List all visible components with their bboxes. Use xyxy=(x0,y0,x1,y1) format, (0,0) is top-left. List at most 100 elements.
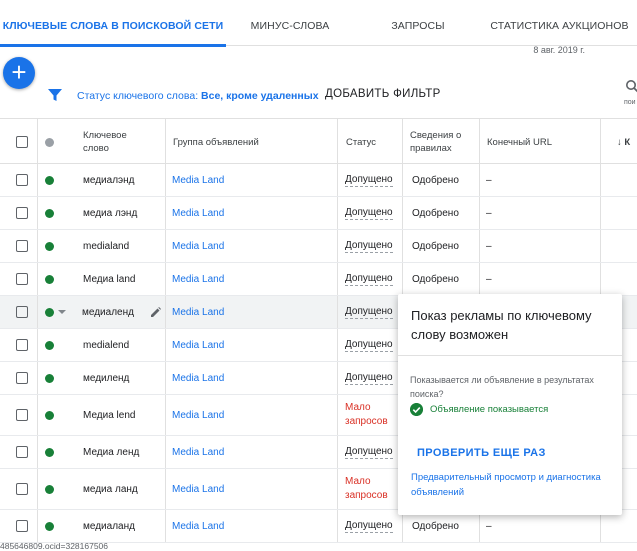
ad-group-link[interactable]: Media Land xyxy=(166,410,224,421)
add-filter-button[interactable]: ДОБАВИТЬ ФИЛЬТР xyxy=(325,88,441,100)
status-dot xyxy=(45,241,54,251)
row-checkbox[interactable] xyxy=(16,240,28,252)
header-rules-label: Сведения о правилах xyxy=(410,130,462,154)
row-select-cell xyxy=(0,329,38,361)
ad-group-link[interactable]: Media Land xyxy=(166,340,224,351)
ad-group-link[interactable]: Media Land xyxy=(166,307,224,318)
keyword-cell: medialand xyxy=(38,230,166,262)
status-dropdown-icon[interactable] xyxy=(57,309,67,315)
select-all-checkbox[interactable] xyxy=(16,136,28,148)
row-checkbox[interactable] xyxy=(16,446,28,458)
keyword-text: Медиа ленд xyxy=(83,446,140,458)
add-button[interactable]: + xyxy=(3,57,35,89)
ad-group-link[interactable]: Media Land xyxy=(166,373,224,384)
ad-group-cell: Media Land xyxy=(166,164,338,196)
row-select-cell xyxy=(0,362,38,394)
keyword-cell: медиаланд xyxy=(38,510,166,542)
row-checkbox[interactable] xyxy=(16,273,28,285)
header-sorted-column[interactable]: ↓ К xyxy=(601,119,637,164)
ad-group-link[interactable]: Media Land xyxy=(166,175,224,186)
row-checkbox[interactable] xyxy=(16,520,28,532)
status-text[interactable]: Допущено xyxy=(345,207,393,220)
rules-cell: Одобрено xyxy=(403,230,480,262)
filter-chip[interactable]: Статус ключевого слова: Все, кроме удале… xyxy=(77,90,319,102)
status-dot xyxy=(45,484,54,494)
row-checkbox[interactable] xyxy=(16,306,28,318)
rules-text: Одобрено xyxy=(412,207,459,219)
keyword-cell: Медиа lend xyxy=(38,395,166,435)
header-rules[interactable]: Сведения о правилах xyxy=(403,119,480,164)
header-ad-group-label: Группа объявлений xyxy=(173,137,259,148)
ad-group-link[interactable]: Media Land xyxy=(166,447,224,458)
status-text[interactable]: Допущено xyxy=(345,520,393,533)
rules-cell: Одобрено xyxy=(403,164,480,196)
keyword-cell: медиа ланд xyxy=(38,469,166,509)
row-checkbox[interactable] xyxy=(16,483,28,495)
header-final-url[interactable]: Конечный URL xyxy=(480,119,601,164)
keyword-cell: медиаленд xyxy=(38,296,166,328)
row-select-cell xyxy=(0,164,38,196)
recheck-button[interactable]: ПРОВЕРИТЬ ЕЩЕ РАЗ xyxy=(417,447,546,459)
row-checkbox[interactable] xyxy=(16,339,28,351)
tab-negative-keywords[interactable]: МИНУС-СЛОВА xyxy=(226,0,354,46)
ad-group-link[interactable]: Media Land xyxy=(166,484,224,495)
filter-icon[interactable] xyxy=(47,87,63,103)
ad-group-cell: Media Land xyxy=(166,230,338,262)
url-cell: – xyxy=(480,263,601,295)
status-text-low-volume[interactable]: Мало запросов xyxy=(338,401,388,429)
status-text[interactable]: Допущено xyxy=(345,446,393,459)
search-caption: пои xyxy=(624,99,636,106)
header-keyword[interactable]: Ключевое слово xyxy=(66,119,166,164)
header-status[interactable]: Статус xyxy=(338,119,403,164)
filter-prefix: Статус ключевого слова: xyxy=(77,90,199,102)
ad-preview-diagnosis-link[interactable]: Предварительный просмотр и диагностика о… xyxy=(411,470,611,500)
ad-group-cell: Media Land xyxy=(166,263,338,295)
row-select-cell xyxy=(0,436,38,468)
row-select-cell xyxy=(0,197,38,229)
table-row[interactable]: медиалэнд Media Land Допущено Одобрено – xyxy=(0,164,637,197)
ad-group-link[interactable]: Media Land xyxy=(166,521,224,532)
status-text[interactable]: Допущено xyxy=(345,273,393,286)
status-text[interactable]: Допущено xyxy=(345,372,393,385)
rules-text: Одобрено xyxy=(412,520,459,532)
tab-active-indicator xyxy=(0,44,226,47)
row-checkbox[interactable] xyxy=(16,409,28,421)
popover-title: Показ рекламы по ключевому слову возможе… xyxy=(411,308,592,342)
search-icon[interactable] xyxy=(625,79,637,93)
ad-group-link[interactable]: Media Land xyxy=(166,241,224,252)
keyword-text: Медиа land xyxy=(83,273,136,285)
edit-pencil-icon[interactable] xyxy=(150,306,162,318)
row-checkbox[interactable] xyxy=(16,207,28,219)
row-checkbox[interactable] xyxy=(16,372,28,384)
status-cell: Допущено xyxy=(338,164,403,196)
tab-search-keywords[interactable]: КЛЮЧЕВЫЕ СЛОВА В ПОИСКОВОЙ СЕТИ xyxy=(0,0,226,47)
keyword-text: медиа ланд xyxy=(83,483,138,495)
rules-cell: Одобрено xyxy=(403,263,480,295)
status-cell: Допущено xyxy=(338,197,403,229)
status-cell: Допущено xyxy=(338,230,403,262)
keyword-text: медиа лэнд xyxy=(83,207,138,219)
table-row[interactable]: медиа лэнд Media Land Допущено Одобрено … xyxy=(0,197,637,230)
status-dot xyxy=(45,521,54,531)
ad-group-cell: Media Land xyxy=(166,469,338,509)
keyword-text: медиленд xyxy=(83,372,130,384)
ad-group-cell: Media Land xyxy=(166,329,338,361)
ad-group-link[interactable]: Media Land xyxy=(166,274,224,285)
row-checkbox[interactable] xyxy=(16,174,28,186)
table-row[interactable]: medialand Media Land Допущено Одобрено – xyxy=(0,230,637,263)
tab-search-terms[interactable]: ЗАПРОСЫ xyxy=(354,0,482,46)
status-text[interactable]: Допущено xyxy=(345,240,393,253)
table-row[interactable]: Медиа land Media Land Допущено Одобрено … xyxy=(0,263,637,296)
status-dot xyxy=(45,447,54,457)
check-circle-icon xyxy=(410,403,423,416)
tab-label: СТАТИСТИКА АУКЦИОНОВ xyxy=(490,20,629,32)
status-text-low-volume[interactable]: Мало запросов xyxy=(338,475,388,503)
keyword-cell: medialend xyxy=(38,329,166,361)
status-text[interactable]: Допущено xyxy=(345,306,393,319)
ad-group-link[interactable]: Media Land xyxy=(166,208,224,219)
status-text[interactable]: Допущено xyxy=(345,174,393,187)
tab-auction-insights[interactable]: СТАТИСТИКА АУКЦИОНОВ xyxy=(482,0,637,46)
ad-group-cell: Media Land xyxy=(166,197,338,229)
header-ad-group[interactable]: Группа объявлений xyxy=(166,119,338,164)
status-text[interactable]: Допущено xyxy=(345,339,393,352)
